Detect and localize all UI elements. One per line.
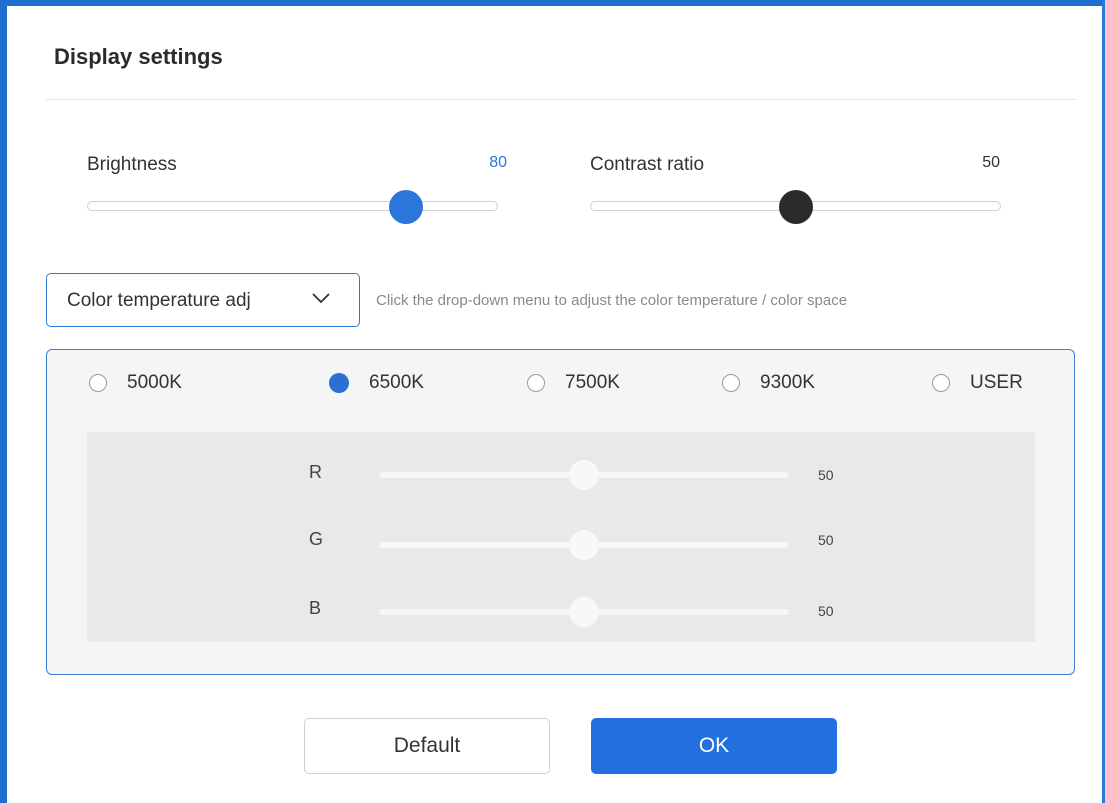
contrast-label: Contrast ratio bbox=[590, 154, 705, 175]
brightness-label: Brightness bbox=[87, 154, 177, 175]
green-value: 50 bbox=[818, 532, 834, 548]
radio-button-unchecked[interactable] bbox=[527, 374, 545, 392]
contrast-slider-thumb[interactable] bbox=[778, 190, 813, 224]
brightness-slider[interactable] bbox=[87, 201, 498, 211]
radio-7500k[interactable]: 7500K bbox=[527, 370, 620, 396]
red-value: 50 bbox=[818, 467, 834, 483]
color-mode-dropdown-value: Color temperature adj bbox=[67, 290, 251, 311]
blue-value: 50 bbox=[818, 603, 834, 619]
radio-button-checked[interactable] bbox=[329, 373, 349, 393]
radio-label: USER bbox=[970, 372, 1023, 393]
radio-6500k[interactable]: 6500K bbox=[329, 370, 424, 396]
radio-label: 5000K bbox=[127, 372, 182, 393]
radio-button-unchecked[interactable] bbox=[722, 374, 740, 392]
ok-button[interactable]: OK bbox=[591, 718, 837, 774]
title-divider bbox=[46, 99, 1076, 100]
window-border-top bbox=[0, 0, 1105, 6]
chevron-down-icon bbox=[312, 293, 330, 304]
radio-button-unchecked[interactable] bbox=[932, 374, 950, 392]
default-button[interactable]: Default bbox=[304, 718, 550, 774]
green-slider-thumb[interactable] bbox=[569, 530, 599, 560]
contrast-value: 50 bbox=[982, 154, 1000, 171]
blue-slider-thumb[interactable] bbox=[569, 597, 599, 627]
color-mode-dropdown[interactable]: Color temperature adj bbox=[46, 273, 360, 327]
radio-9300k[interactable]: 9300K bbox=[722, 370, 815, 396]
red-slider-thumb[interactable] bbox=[569, 460, 599, 490]
brightness-slider-thumb[interactable] bbox=[388, 190, 423, 224]
radio-button-unchecked[interactable] bbox=[89, 374, 107, 392]
dropdown-hint: Click the drop-down menu to adjust the c… bbox=[376, 292, 848, 309]
dialog-title: Display settings bbox=[54, 44, 223, 69]
rgb-label-r: R bbox=[309, 462, 322, 482]
radio-5000k[interactable]: 5000K bbox=[89, 370, 182, 396]
brightness-value: 80 bbox=[489, 154, 507, 171]
window-border-left bbox=[0, 0, 7, 803]
rgb-label-g: G bbox=[309, 529, 324, 549]
radio-label: 7500K bbox=[565, 372, 620, 393]
radio-user[interactable]: USER bbox=[932, 370, 1023, 396]
radio-label: 9300K bbox=[760, 372, 815, 393]
rgb-label-b: B bbox=[309, 598, 322, 618]
radio-label: 6500K bbox=[369, 372, 424, 393]
